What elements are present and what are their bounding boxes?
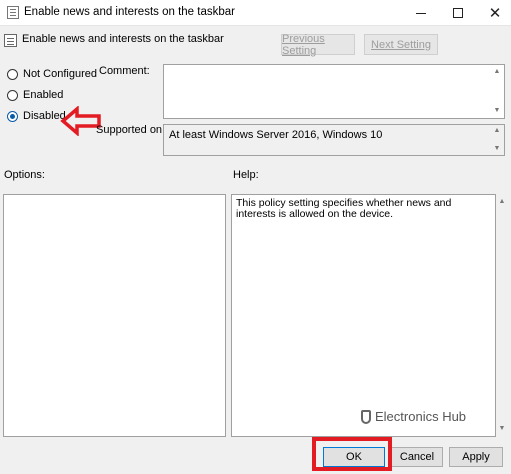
watermark: Electronics Hub (361, 409, 466, 424)
supported-on-value: At least Windows Server 2016, Windows 10 (169, 129, 383, 141)
radio-label: Not Configured (23, 68, 97, 80)
setting-title: Enable news and interests on the taskbar (22, 33, 224, 45)
scroll-up-icon[interactable]: ▲ (492, 127, 502, 135)
apply-button[interactable]: Apply (449, 447, 503, 467)
watermark-text: Electronics Hub (375, 409, 467, 424)
radio-not-configured[interactable]: Not Configured (7, 68, 97, 80)
comment-label: Comment: (99, 65, 150, 77)
supported-on-label: Supported on: (96, 124, 166, 136)
close-button[interactable]: ✕ (478, 0, 511, 26)
comment-field[interactable]: ▲ ▼ (163, 64, 505, 119)
help-panel: This policy setting specifies whether ne… (231, 194, 505, 437)
close-icon: ✕ (488, 5, 502, 22)
maximize-button[interactable] (441, 0, 475, 26)
shield-logo-icon (361, 409, 371, 424)
radio-enabled[interactable]: Enabled (7, 89, 63, 101)
next-setting-button[interactable]: Next Setting (364, 34, 438, 55)
options-panel (3, 194, 226, 437)
scroll-up-icon[interactable]: ▲ (492, 68, 502, 76)
minimize-button[interactable] (404, 0, 438, 26)
cancel-button[interactable]: Cancel (391, 447, 443, 467)
title-bar: Enable news and interests on the taskbar… (0, 0, 511, 26)
radio-disabled[interactable]: Disabled (7, 110, 66, 122)
maximize-icon (453, 8, 463, 18)
radio-circle-selected[interactable] (7, 110, 18, 122)
help-label: Help: (233, 169, 259, 181)
policy-icon (7, 6, 19, 19)
supported-on-field: At least Windows Server 2016, Windows 10… (163, 124, 505, 156)
radio-label: Enabled (23, 89, 64, 101)
scroll-down-icon[interactable]: ▼ (492, 145, 502, 153)
minimize-icon (416, 12, 426, 14)
ok-highlight-annotation (312, 437, 392, 471)
help-text: This policy setting specifies whether ne… (236, 197, 452, 220)
setting-icon (4, 34, 17, 47)
scroll-down-icon[interactable]: ▼ (492, 107, 502, 115)
scroll-down-icon[interactable]: ▼ (497, 425, 507, 433)
window-title: Enable news and interests on the taskbar (24, 6, 235, 18)
previous-setting-button[interactable]: Previous Setting (281, 33, 355, 57)
radio-circle[interactable] (7, 68, 18, 80)
options-label: Options: (4, 169, 45, 181)
scroll-up-icon[interactable]: ▲ (497, 198, 507, 206)
radio-circle[interactable] (7, 89, 18, 101)
